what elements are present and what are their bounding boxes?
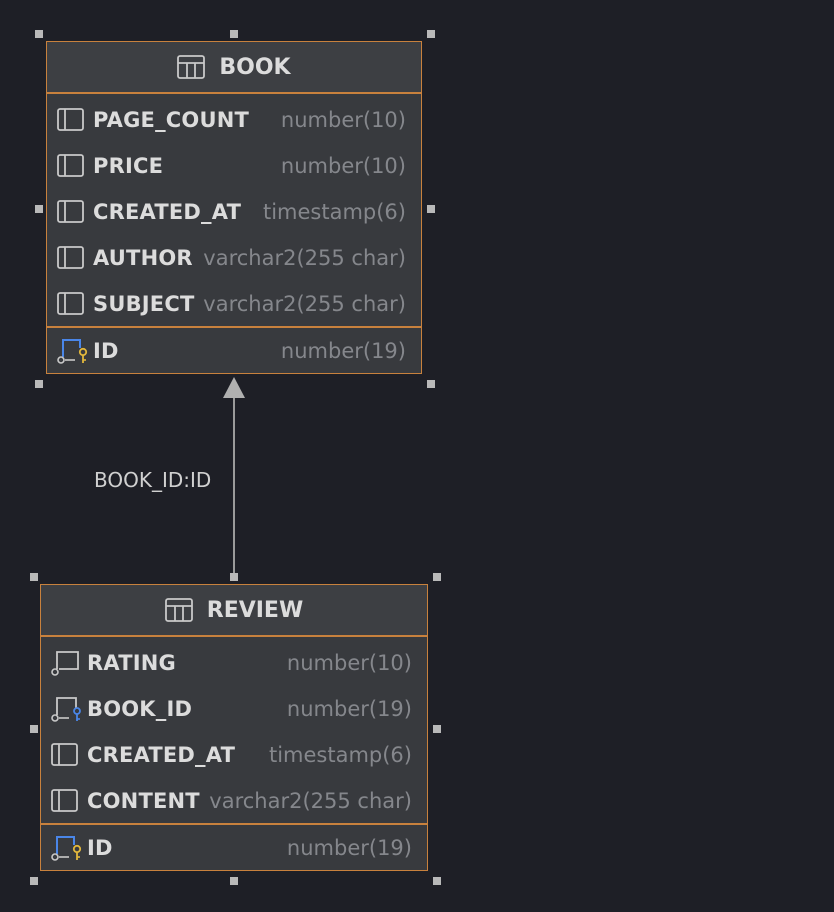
- resize-handle[interactable]: [35, 30, 43, 38]
- column-row[interactable]: PAGE_COUNT number(10): [47, 97, 421, 143]
- column-name: ID: [93, 338, 119, 363]
- table-header-book: BOOK: [47, 42, 421, 94]
- resize-handle[interactable]: [433, 877, 441, 885]
- column-type: timestamp(6): [262, 200, 406, 224]
- column-name: CREATED_AT: [87, 743, 236, 767]
- column-type: number(19): [286, 835, 412, 860]
- column-icon: [57, 246, 93, 270]
- resize-handle[interactable]: [30, 725, 38, 733]
- resize-handle[interactable]: [427, 205, 435, 213]
- column-name: PAGE_COUNT: [93, 108, 250, 132]
- primary-key-icon: [57, 338, 93, 364]
- pk-row[interactable]: ID number(19): [41, 825, 427, 870]
- column-type: timestamp(6): [268, 743, 412, 767]
- column-notnull-icon: [51, 650, 87, 676]
- relationship-arrowhead: [223, 377, 245, 398]
- table-icon: [164, 598, 193, 622]
- column-icon: [57, 200, 93, 224]
- column-row[interactable]: CONTENT varchar2(255 char): [41, 778, 427, 824]
- resize-handle[interactable]: [427, 380, 435, 388]
- column-type: number(10): [286, 651, 412, 675]
- resize-handle[interactable]: [30, 877, 38, 885]
- resize-handle[interactable]: [230, 573, 238, 581]
- table-book[interactable]: BOOK PAGE_COUNT number(10) PRICE number(10)…: [46, 41, 422, 374]
- column-name: RATING: [87, 651, 176, 675]
- column-row[interactable]: BOOK_ID number(19): [41, 686, 427, 732]
- resize-handle[interactable]: [427, 30, 435, 38]
- relationship-label: BOOK_ID:ID: [94, 468, 212, 492]
- foreign-key-icon: [51, 696, 87, 722]
- column-type: number(19): [280, 338, 406, 363]
- pk-row[interactable]: ID number(19): [47, 328, 421, 373]
- column-name: ID: [87, 835, 113, 860]
- column-type: number(10): [280, 154, 406, 178]
- column-name: BOOK_ID: [87, 697, 193, 721]
- column-row[interactable]: RATING number(10): [41, 640, 427, 686]
- table-header-review: REVIEW: [41, 585, 427, 637]
- column-name: AUTHOR: [93, 246, 193, 270]
- column-name: SUBJECT: [93, 292, 195, 316]
- column-type: number(19): [286, 697, 412, 721]
- column-type: varchar2(255 char): [209, 789, 412, 813]
- column-icon: [57, 292, 93, 316]
- resize-handle[interactable]: [30, 573, 38, 581]
- column-row[interactable]: PRICE number(10): [47, 143, 421, 189]
- column-icon: [51, 743, 87, 767]
- resize-handle[interactable]: [433, 725, 441, 733]
- column-icon: [57, 108, 93, 132]
- column-icon: [51, 789, 87, 813]
- table-title: BOOK: [219, 54, 291, 80]
- table-title: REVIEW: [206, 597, 304, 623]
- column-type: number(10): [280, 108, 406, 132]
- column-row[interactable]: CREATED_AT timestamp(6): [47, 189, 421, 235]
- resize-handle[interactable]: [35, 205, 43, 213]
- column-name: PRICE: [93, 154, 164, 178]
- column-type: varchar2(255 char): [203, 292, 406, 316]
- column-row[interactable]: CREATED_AT timestamp(6): [41, 732, 427, 778]
- column-row[interactable]: AUTHOR varchar2(255 char): [47, 235, 421, 281]
- table-review[interactable]: REVIEW RATING number(10) BOOK_ID number(19)…: [40, 584, 428, 871]
- primary-key-icon: [51, 835, 87, 861]
- column-row[interactable]: SUBJECT varchar2(255 char): [47, 281, 421, 327]
- column-icon: [57, 154, 93, 178]
- column-name: CONTENT: [87, 789, 200, 813]
- table-icon: [177, 55, 206, 79]
- column-name: CREATED_AT: [93, 200, 242, 224]
- column-type: varchar2(255 char): [203, 246, 406, 270]
- resize-handle[interactable]: [230, 30, 238, 38]
- resize-handle[interactable]: [35, 380, 43, 388]
- resize-handle[interactable]: [230, 877, 238, 885]
- resize-handle[interactable]: [433, 573, 441, 581]
